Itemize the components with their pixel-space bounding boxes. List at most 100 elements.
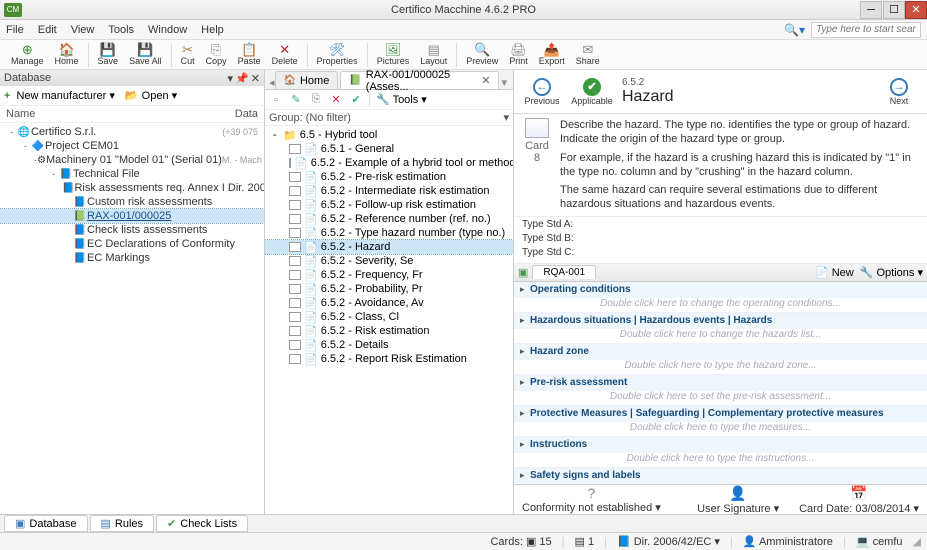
list-item[interactable]: 📄6.5.2 - Details xyxy=(265,338,513,352)
column-data[interactable]: Data xyxy=(235,108,258,120)
search-input[interactable] xyxy=(811,22,921,38)
tree-item[interactable]: 📘Risk assessments req. Annex I Dir. 2006… xyxy=(0,181,264,195)
search-icon[interactable]: 🔍▾ xyxy=(784,23,805,37)
database-tree[interactable]: -🌐Certifico S.r.l.(+39 075-🔷Project CEM0… xyxy=(0,123,264,514)
tab-close-icon[interactable]: ✕ xyxy=(481,74,490,87)
tab-menu-icon[interactable]: ▾ xyxy=(501,76,513,89)
tree-item[interactable]: 📘EC Markings xyxy=(0,251,264,265)
preview-button[interactable]: 🔍Preview xyxy=(461,40,503,70)
status-resize-grip-icon[interactable]: ◢ xyxy=(913,535,921,548)
list-item[interactable]: 📄6.5.2 - Report Risk Estimation xyxy=(265,352,513,366)
close-icon[interactable]: ✕ xyxy=(251,72,260,85)
menu-tools[interactable]: Tools xyxy=(108,24,134,36)
pin-icon[interactable]: 📌 xyxy=(235,72,249,85)
list-item[interactable]: 📄6.5.2 - Class, Cl xyxy=(265,310,513,324)
tree-item[interactable]: -🔷Project CEM01 xyxy=(0,139,264,153)
home-button[interactable]: 🏠Home xyxy=(50,40,84,70)
list-item[interactable]: 📄6.5.1 - General xyxy=(265,142,513,156)
save-button[interactable]: 💾Save xyxy=(93,40,124,70)
tab-checklists[interactable]: ✔Check Lists xyxy=(156,515,248,532)
previous-button[interactable]: ←Previous xyxy=(522,78,562,106)
list-item[interactable]: 📄6.5.2 - Severity, Se xyxy=(265,254,513,268)
delete-button[interactable]: ✕Delete xyxy=(267,40,303,70)
cut-button[interactable]: ✂Cut xyxy=(176,40,200,70)
save-all-button[interactable]: 💾Save All xyxy=(124,40,167,70)
window-maximize-button[interactable]: ☐ xyxy=(883,1,905,19)
section-placeholder[interactable]: Double click here to type the hazard zon… xyxy=(514,360,927,374)
list-item[interactable]: 📄6.5.2 - Follow-up risk estimation xyxy=(265,198,513,212)
section-header[interactable]: ▸Safety signs and labels xyxy=(514,468,927,484)
menu-window[interactable]: Window xyxy=(148,24,187,36)
section-header[interactable]: ▸Hazardous situations | Hazardous events… xyxy=(514,313,927,329)
menu-help[interactable]: Help xyxy=(201,24,224,36)
user-signature[interactable]: 👤User Signature ▾ xyxy=(697,485,779,515)
tab-home[interactable]: 🏠Home xyxy=(275,71,339,89)
export-button[interactable]: 📤Export xyxy=(534,40,570,70)
section-placeholder[interactable]: Double click here to type the instructio… xyxy=(514,453,927,467)
list-item[interactable]: 📄6.5.2 - Risk estimation xyxy=(265,324,513,338)
tree-item[interactable]: -⚙Machinery 01 "Model 01" (Serial 01)M. … xyxy=(0,153,264,167)
tree-item[interactable]: -🌐Certifico S.r.l.(+39 075 xyxy=(0,125,264,139)
tree-item[interactable]: 📗RAX-001/000025 xyxy=(0,209,264,223)
list-item[interactable]: 📄6.5.2 - Pre-risk estimation xyxy=(265,170,513,184)
card-date[interactable]: 📅Card Date: 03/08/2014 ▾ xyxy=(799,485,919,515)
section-placeholder[interactable]: Double click here to type the measures..… xyxy=(514,422,927,436)
share-button[interactable]: ✉Share xyxy=(571,40,605,70)
section-header[interactable]: ▸Hazard zone xyxy=(514,344,927,360)
open-dropdown[interactable]: 📂 Open ▾ xyxy=(125,89,177,102)
tab-assessment[interactable]: 📗RAX-001/000025 (Asses...✕ xyxy=(340,71,499,89)
list-item[interactable]: 📄6.5.2 - Type hazard number (type no.) xyxy=(265,226,513,240)
section-placeholder[interactable]: Double click here to change the hazards … xyxy=(514,329,927,343)
tool-check-icon[interactable]: ✔ xyxy=(349,93,363,106)
window-close-button[interactable]: ✕ xyxy=(905,1,927,19)
section-header[interactable]: ▸Instructions xyxy=(514,437,927,453)
options-button[interactable]: 🔧 Options ▾ xyxy=(860,266,923,279)
menu-edit[interactable]: Edit xyxy=(38,24,57,36)
new-manufacturer-dropdown[interactable]: New manufacturer ▾ xyxy=(16,89,114,102)
tree-item[interactable]: 📘EC Declarations of Conformity xyxy=(0,237,264,251)
tool-copy-icon[interactable]: ⎘ xyxy=(309,93,323,106)
menu-file[interactable]: File xyxy=(6,24,24,36)
list-item[interactable]: 📄6.5.2 - Frequency, Fr xyxy=(265,268,513,282)
list-item[interactable]: 📄6.5.2 - Reference number (ref. no.) xyxy=(265,212,513,226)
tool-delete-icon[interactable]: ✕ xyxy=(329,93,343,106)
tools-dropdown[interactable]: 🔧 Tools ▾ xyxy=(376,93,427,106)
window-minimize-button[interactable]: ─ xyxy=(860,1,882,19)
tree-item[interactable]: 📘Check lists assessments xyxy=(0,223,264,237)
column-name[interactable]: Name xyxy=(6,108,235,120)
tool-edit-icon[interactable]: ✎ xyxy=(289,93,303,106)
manage-button[interactable]: ⊕Manage xyxy=(6,40,49,70)
tab-rules[interactable]: ▤Rules xyxy=(90,515,155,532)
properties-button[interactable]: 🛠Properties xyxy=(312,40,363,70)
tool-blank-icon[interactable]: ▫ xyxy=(269,94,283,106)
section-header[interactable]: ▸Operating conditions xyxy=(514,282,927,298)
tab-scroll-left-icon[interactable]: ◂ xyxy=(269,76,275,89)
add-icon[interactable]: + xyxy=(4,90,10,102)
group-dropdown-icon[interactable]: ▾ xyxy=(503,111,509,124)
section-placeholder[interactable]: Double click here to change the operatin… xyxy=(514,298,927,312)
conformity-status[interactable]: ?Conformity not established ▾ xyxy=(522,485,661,514)
print-button[interactable]: 🖨Print xyxy=(504,40,533,70)
section-header[interactable]: ▸Pre-risk assessment xyxy=(514,375,927,391)
tree-item[interactable]: -📘Technical File xyxy=(0,167,264,181)
applicable-button[interactable]: ✔Applicable xyxy=(572,78,612,106)
list-item[interactable]: 📄6.5.2 - Hazard xyxy=(265,240,513,254)
list-item[interactable]: -📁6.5 - Hybrid tool xyxy=(265,128,513,142)
new-button[interactable]: 📄 New xyxy=(815,266,854,279)
group-filter[interactable]: Group: (No filter) xyxy=(269,112,351,124)
list-item[interactable]: 📄6.5.2 - Avoidance, Av xyxy=(265,296,513,310)
tree-item[interactable]: 📘Custom risk assessments xyxy=(0,195,264,209)
center-tree[interactable]: -📁6.5 - Hybrid tool📄6.5.1 - General📄6.5.… xyxy=(265,126,513,514)
list-item[interactable]: 📄6.5.2 - Probability, Pr xyxy=(265,282,513,296)
copy-button[interactable]: ⎘Copy xyxy=(201,40,232,70)
pictures-button[interactable]: 🖼Pictures xyxy=(372,40,415,70)
rqa-tab[interactable]: RQA-001 xyxy=(532,265,596,279)
list-item[interactable]: 📄6.5.2 - Example of a hybrid tool or met… xyxy=(265,156,513,170)
layout-button[interactable]: ▤Layout xyxy=(415,40,452,70)
paste-button[interactable]: 📋Paste xyxy=(233,40,266,70)
tab-database[interactable]: ▣Database xyxy=(4,515,88,532)
section-header[interactable]: ▸Protective Measures | Safeguarding | Co… xyxy=(514,406,927,422)
dropdown-icon[interactable]: ▾ xyxy=(228,72,234,85)
next-button[interactable]: →Next xyxy=(879,78,919,106)
menu-view[interactable]: View xyxy=(71,24,95,36)
